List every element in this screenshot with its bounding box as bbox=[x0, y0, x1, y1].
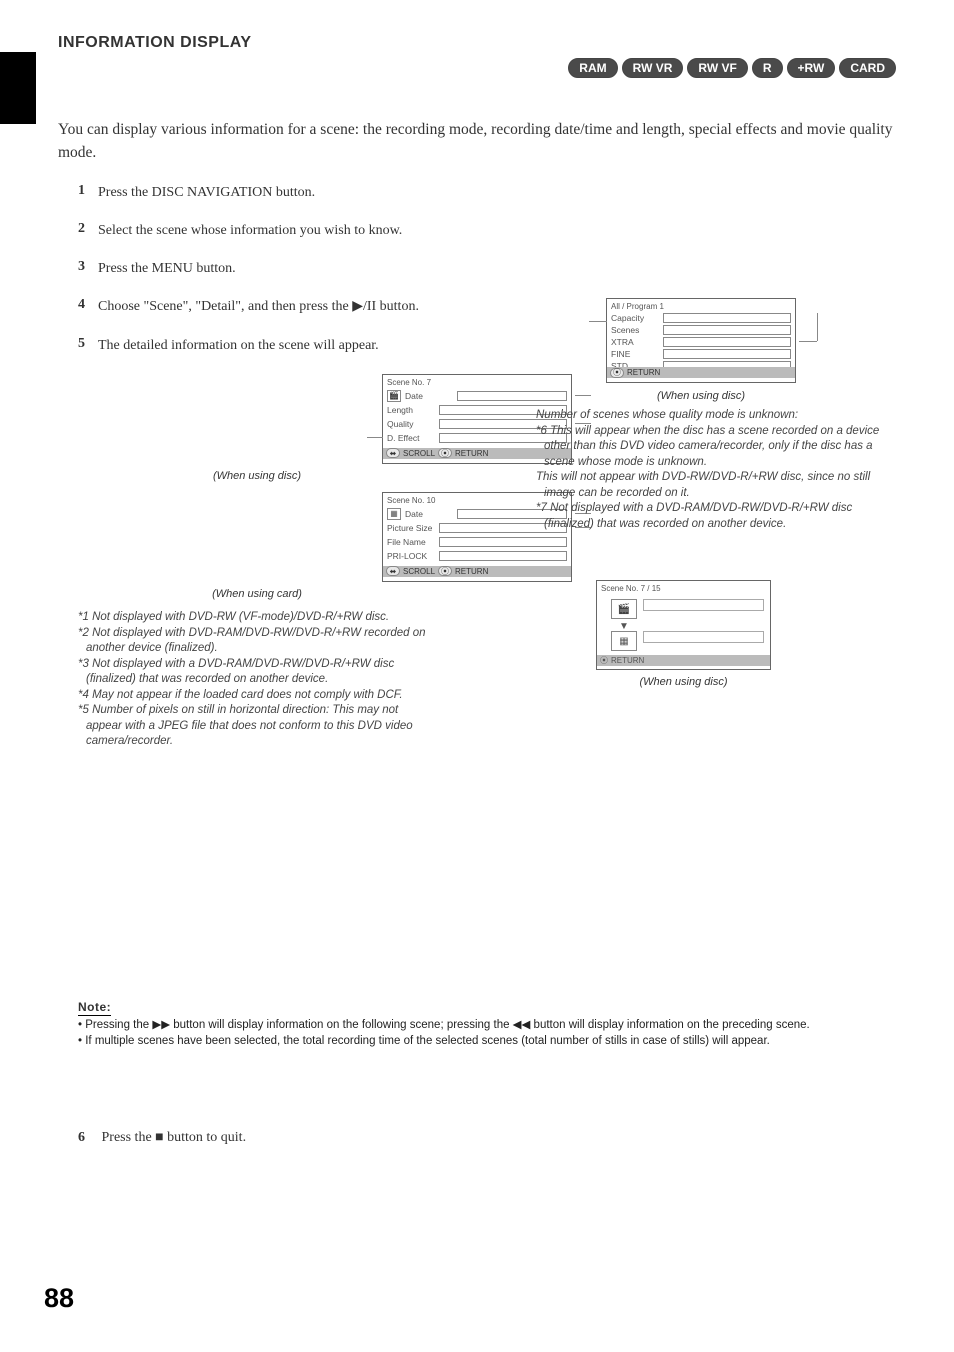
left-footnotes: *1 Not displayed with DVD-RW (VF-mode)/D… bbox=[78, 610, 436, 750]
movie-icon: 🎬 bbox=[387, 390, 401, 402]
diag2-scroll: SCROLL bbox=[403, 567, 435, 576]
multi-title: Scene No. 7 / 15 bbox=[601, 584, 766, 593]
intro-paragraph: You can display various information for … bbox=[58, 118, 896, 165]
step-2: Select the scene whose information you w… bbox=[98, 221, 466, 241]
scroll-icon: ⬌ bbox=[386, 448, 400, 458]
right-footnotes: Number of scenes whose quality mode is u… bbox=[536, 408, 896, 532]
diag2-picsize-label: Picture Size bbox=[387, 523, 435, 533]
step-5: The detailed information on the scene wi… bbox=[98, 336, 466, 356]
diag2-return: RETURN bbox=[455, 567, 488, 576]
badge-r: R bbox=[752, 58, 783, 78]
return-icon: ⦿ bbox=[438, 566, 452, 576]
page-number: 88 bbox=[44, 1283, 74, 1314]
diag2-date-label: Date bbox=[405, 509, 453, 519]
diag2-caption: (When using card) bbox=[78, 588, 436, 600]
right-diag-caption: (When using disc) bbox=[606, 390, 796, 402]
footnote-3: *3 Not displayed with a DVD-RAM/DVD-RW/D… bbox=[78, 657, 436, 688]
step-6-row: 6 Press the ■ button to quit. bbox=[78, 1130, 246, 1146]
footnote-6b: This will not appear with DVD-RW/DVD-R/+… bbox=[536, 470, 896, 501]
note-body: Pressing the ▶▶ button will display info… bbox=[78, 1018, 896, 1049]
diag2-title: Scene No. 10 bbox=[387, 496, 435, 505]
multi-scene-diagram: Scene No. 7 / 15 🎬 ▼ ▦ ⦿RETURN bbox=[596, 580, 771, 670]
right-scenes: Scenes bbox=[611, 325, 659, 335]
photo-icon: ▦ bbox=[387, 508, 401, 520]
badge-card: CARD bbox=[839, 58, 896, 78]
footnote-7: *7 Not displayed with a DVD-RAM/DVD-RW/D… bbox=[536, 501, 896, 532]
diag1-deffect-label: D. Effect bbox=[387, 433, 435, 443]
left-black-tab bbox=[0, 52, 36, 124]
diag1-title: Scene No. 7 bbox=[387, 378, 431, 387]
badge-ram: RAM bbox=[568, 58, 617, 78]
section-heading: INFORMATION DISPLAY bbox=[58, 34, 252, 52]
detail-diagram-all-program: All / Program 1 Capacity Scenes XTRA FIN… bbox=[606, 298, 796, 383]
diag1-scroll: SCROLL bbox=[403, 449, 435, 458]
diag1-return: RETURN bbox=[455, 449, 488, 458]
note-item-1: Pressing the ▶▶ button will display info… bbox=[78, 1018, 896, 1034]
footnote-6a: *6 This will appear when the disc has a … bbox=[536, 424, 896, 471]
thumb-movie-icon: 🎬 bbox=[611, 599, 637, 619]
footnote-4: *4 May not appear if the loaded card doe… bbox=[78, 688, 436, 704]
return-icon: ⦿ bbox=[438, 448, 452, 458]
scroll-icon: ⬌ bbox=[386, 566, 400, 576]
return-icon: ⦿ bbox=[610, 368, 624, 378]
multi-return: RETURN bbox=[611, 656, 644, 665]
badge-plus-rw: +RW bbox=[787, 58, 836, 78]
step-3: Press the MENU button. bbox=[98, 259, 466, 279]
right-return: RETURN bbox=[627, 368, 660, 377]
step-4: Choose "Scene", "Detail", and then press… bbox=[98, 297, 466, 317]
footnote-2: *2 Not displayed with DVD-RAM/DVD-RW/DVD… bbox=[78, 626, 436, 657]
right-diag-title: All / Program 1 bbox=[611, 302, 664, 311]
return-icon: ⦿ bbox=[600, 655, 608, 666]
right-xtra: XTRA bbox=[611, 337, 659, 347]
right-fine: FINE bbox=[611, 349, 659, 359]
step-1: Press the DISC NAVIGATION button. bbox=[98, 183, 466, 203]
right-lead: Number of scenes whose quality mode is u… bbox=[536, 408, 896, 424]
diag1-date-label: Date bbox=[405, 391, 453, 401]
diag1-quality-label: Quality bbox=[387, 419, 435, 429]
note-item-2: If multiple scenes have been selected, t… bbox=[78, 1034, 896, 1050]
multi-caption: (When using disc) bbox=[596, 676, 771, 688]
diag2-prilock-label: PRI-LOCK bbox=[387, 551, 435, 561]
diag1-length-label: Length bbox=[387, 405, 435, 415]
media-badge-row: RAM RW VR RW VF R +RW CARD bbox=[568, 58, 896, 78]
footnote-1: *1 Not displayed with DVD-RW (VF-mode)/D… bbox=[78, 610, 436, 626]
badge-rw-vf: RW VF bbox=[687, 58, 747, 78]
badge-rw-vr: RW VR bbox=[622, 58, 684, 78]
diag1-caption: (When using disc) bbox=[78, 470, 436, 482]
footnote-5: *5 Number of pixels on still in horizont… bbox=[78, 703, 436, 750]
right-capacity: Capacity bbox=[611, 313, 659, 323]
thumb-photo-icon: ▦ bbox=[611, 631, 637, 651]
note-heading: Note: bbox=[78, 1000, 111, 1016]
diag2-filename-label: File Name bbox=[387, 537, 435, 547]
step-6: Press the ■ button to quit. bbox=[102, 1130, 247, 1145]
